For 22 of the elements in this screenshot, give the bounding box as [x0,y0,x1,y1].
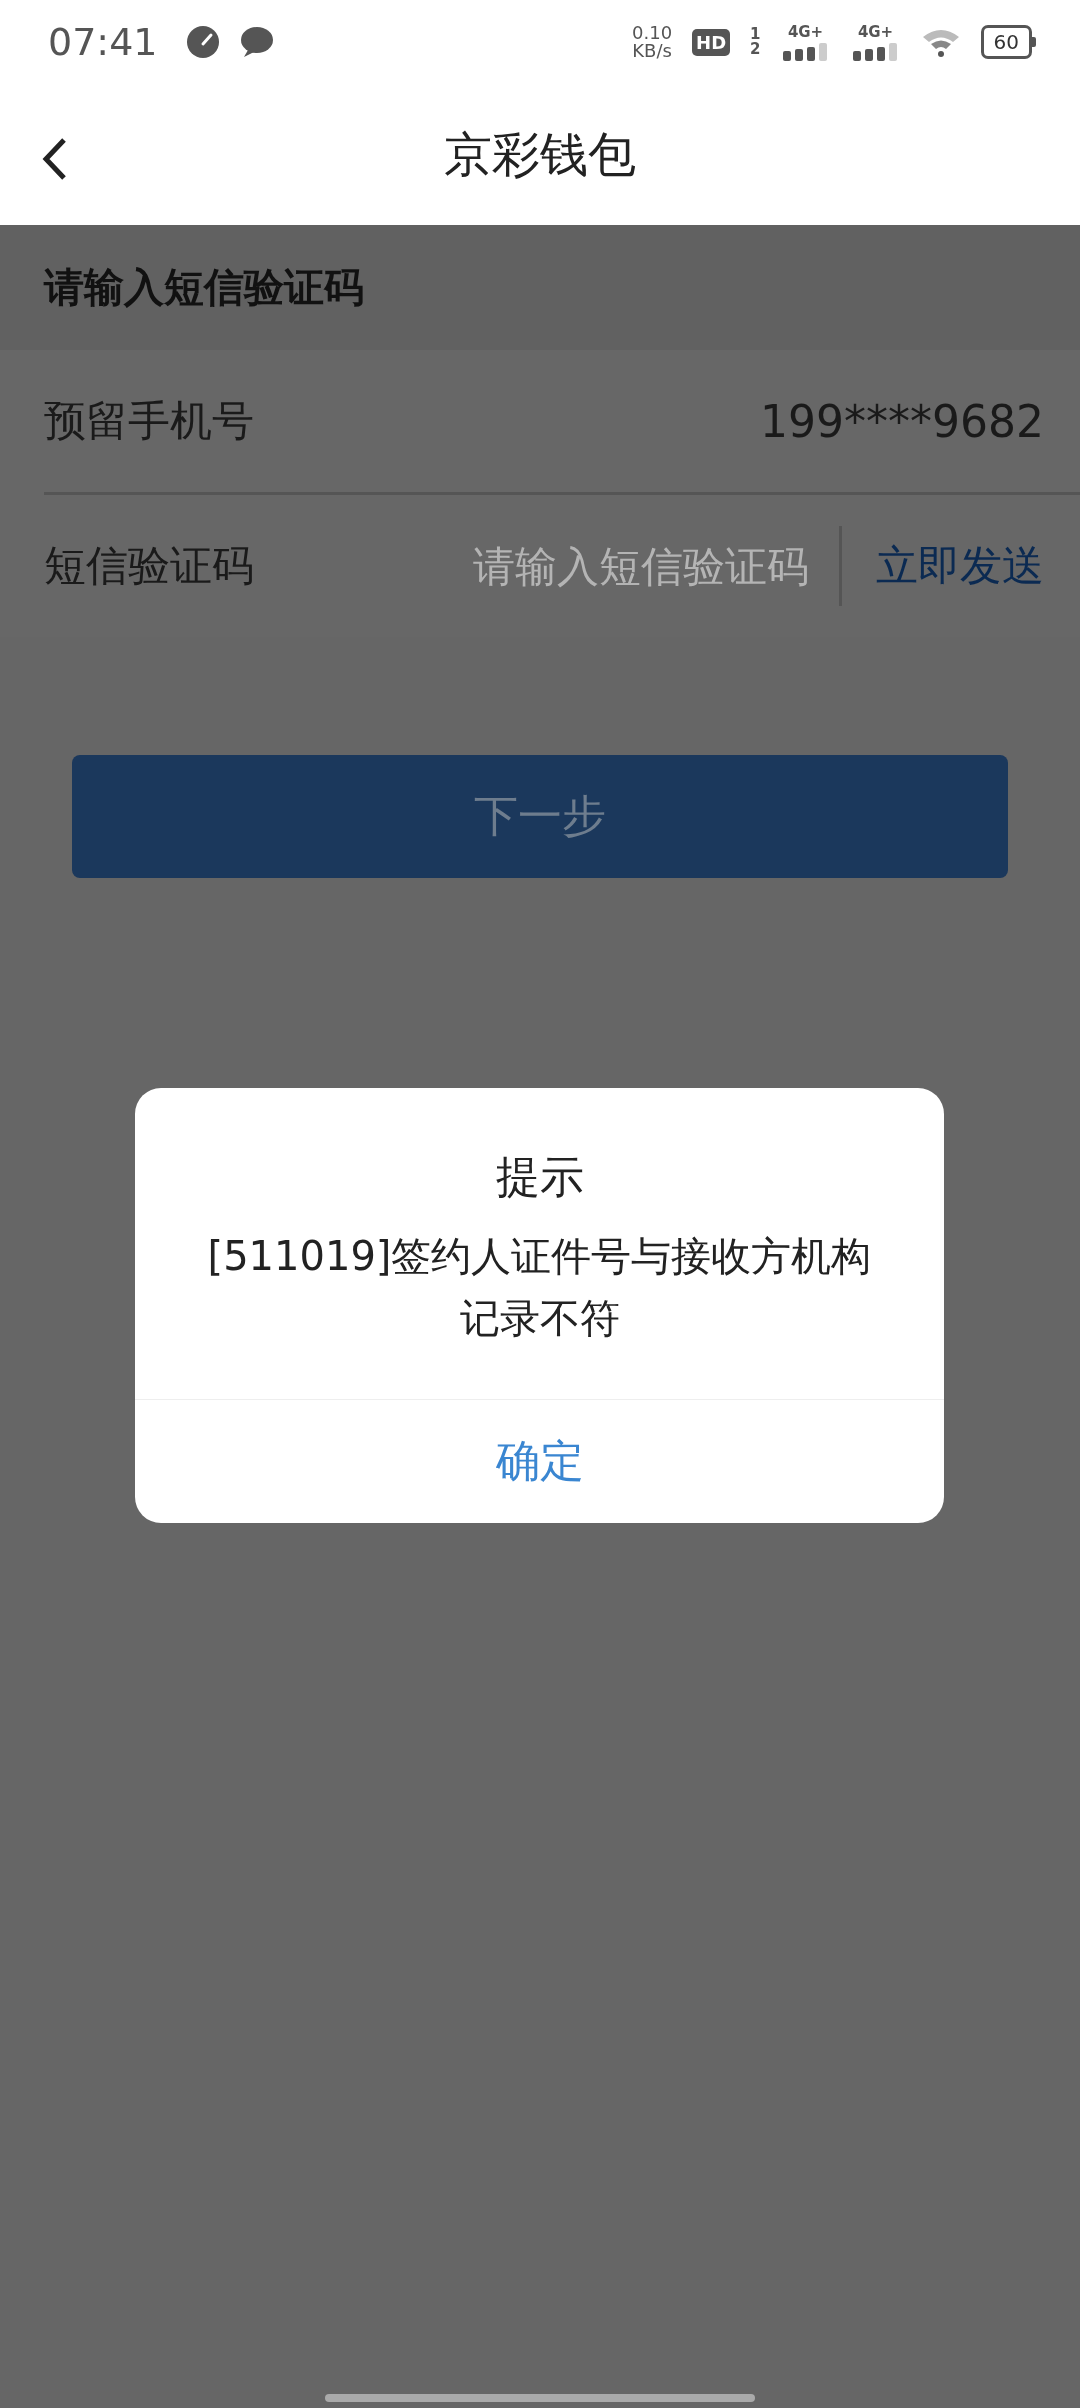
speedometer-icon [185,25,220,59]
network-speed: 0.10 [632,24,673,42]
field-label: 短信验证码 [44,540,255,592]
network-type: 4G+ [857,23,894,41]
page-title: 京彩钱包 [444,124,636,184]
network-speed-unit: KB/s [632,42,672,60]
chat-bubble-icon [239,26,274,58]
status-time: 07:41 [48,20,158,64]
section-title: 请输入短信验证码 [44,263,364,312]
dialog-message: [511019]签约人证件号与接收方机构记录不符 [206,1232,873,1343]
network-type: 4G+ [787,23,824,41]
sim-number: 2 [750,42,761,57]
input-field[interactable]: 请输入短信验证码 [304,540,839,592]
send-code-link[interactable]: 立即发送 [842,538,1044,594]
field-label: 预留手机号 [44,395,255,447]
confirm-button[interactable]: 确定 [135,1399,944,1523]
battery-level: 60 [980,25,1032,59]
phone-number: 199****9682 [760,395,1044,447]
hd-badge: HD [692,28,731,56]
sim-number: 1 [750,27,761,42]
dialog-title: 提示 [495,1150,584,1204]
back-icon [42,137,68,181]
